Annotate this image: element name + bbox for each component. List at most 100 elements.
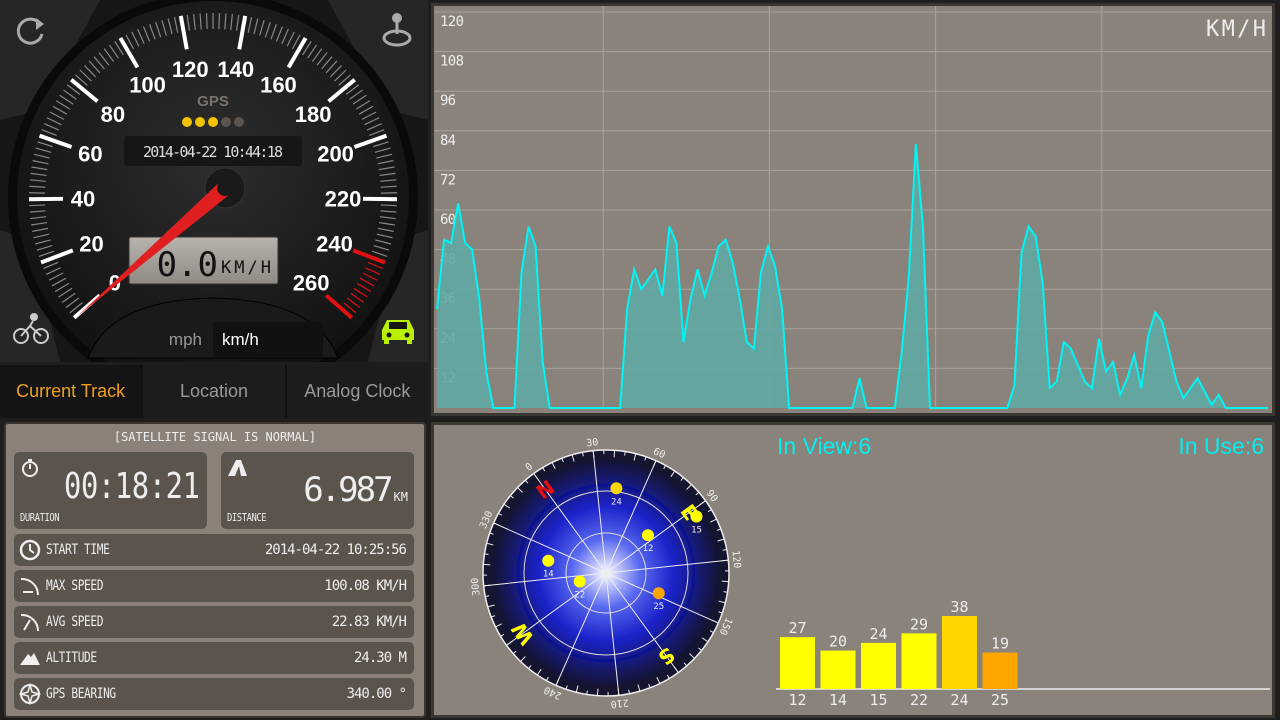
bearing-tick [484, 553, 489, 555]
compass-icon [19, 683, 41, 705]
max-speed-row: MAX SPEED 100.08 KM/H [14, 570, 414, 602]
chart-unit-label: KM/H [1206, 17, 1266, 42]
bearing-tick [586, 690, 588, 695]
satellite-panel: 0 30 60 90 120 150 210 240 300 330 N E S W 24 15 12 14 22 2… [431, 422, 1275, 718]
gauge-tick-label: 40 [71, 187, 95, 212]
bar-category-label: 24 [950, 691, 968, 709]
satellite-marker [652, 587, 665, 600]
gauge-tick-label: 260 [293, 270, 330, 295]
gps-bearing-label: GPS BEARING [46, 686, 116, 702]
speed-readout: 0.0 [157, 245, 218, 285]
signal-bar [820, 650, 856, 689]
signal-status: [SATELLITE SIGNAL IS NORMAL] [113, 430, 317, 444]
road-icon [228, 460, 247, 476]
bar-value-label: 27 [788, 619, 806, 637]
y-tick-label: 96 [440, 93, 456, 109]
gps-bearing-value: 340.00 ° [346, 686, 407, 702]
tab-analog-clock[interactable]: Analog Clock [286, 365, 428, 418]
gps-label: GPS [197, 93, 229, 110]
start-time-value: 2014-04-22 10:25:56 [264, 542, 407, 558]
start-time-row: START TIME 2014-04-22 10:25:56 [14, 534, 414, 566]
duration-value: 00:18:21 [64, 466, 200, 507]
satellite-id: 24 [611, 497, 622, 507]
satellite-id: 15 [691, 525, 702, 535]
satellite-id: 12 [643, 544, 654, 554]
unit-mph-toggle[interactable]: mph [169, 330, 202, 349]
satellite-marker [610, 482, 623, 495]
bearing-label: 210 [610, 696, 629, 709]
gauge-tick-label: 120 [172, 57, 209, 82]
y-tick-label: 84 [440, 133, 456, 149]
satellites-in-view: In View:6 [777, 433, 872, 459]
bar-value-label: 38 [950, 598, 968, 616]
satellite-id: 25 [653, 602, 664, 612]
gps-bearing-row: GPS BEARING 340.00 ° [14, 678, 414, 710]
max-speed-label: MAX SPEED [46, 578, 104, 594]
signal-bar [861, 642, 896, 689]
speedometer: 020406080100120140160180200220240260 mph… [0, 0, 428, 362]
max-speed-value: 100.08 KM/H [324, 578, 407, 594]
gps-signal-dot [195, 117, 205, 127]
satellite-marker [641, 529, 654, 542]
stopwatch-icon [22, 459, 38, 477]
signal-strength-chart: 27 12 20 14 24 15 29 22 38 24 19 25 [776, 598, 1270, 709]
gps-signal-dot [182, 117, 192, 127]
mountain-icon [20, 653, 40, 665]
unit-kmh-toggle[interactable]: km/h [222, 330, 259, 349]
bearing-label: 300 [470, 577, 483, 596]
satellite-id: 14 [543, 570, 554, 580]
satellite-marker [542, 554, 555, 567]
y-tick-label: 72 [440, 172, 456, 188]
avg-speed-row: AVG SPEED 22.83 KM/H [14, 606, 414, 638]
y-tick-label: 120 [440, 14, 464, 30]
speed-history-chart: 1224364860728496108120KM/H [434, 6, 1272, 409]
altitude-value: 24.30 M [353, 650, 407, 666]
bearing-label: 120 [729, 550, 742, 569]
track-stats-panel: [SATELLITE SIGNAL IS NORMAL] 00:18:21 DU… [4, 422, 426, 718]
distance-card: 6.987 KM DISTANCE [221, 452, 414, 529]
satellite-marker [573, 575, 586, 588]
altitude-label: ALTITUDE [46, 650, 97, 666]
satellites-in-use: In Use:6 [1178, 433, 1264, 459]
gauge-tick-label: 160 [260, 73, 297, 98]
gps-signal-dot [208, 117, 218, 127]
gauge-tick-label: 20 [79, 231, 103, 256]
signal-bar [942, 616, 977, 689]
speed-chart-panel: 1224364860728496108120KM/H [431, 3, 1275, 416]
minor-tick [380, 204, 397, 207]
bar-category-label: 22 [910, 691, 928, 709]
gauge-tick-label: 80 [101, 102, 125, 127]
max-speed-icon [20, 577, 40, 596]
bar-value-label: 19 [991, 635, 1009, 653]
avg-speed-value: 22.83 KM/H [331, 614, 407, 630]
bar-category-label: 14 [829, 691, 847, 709]
bar-category-label: 25 [991, 691, 1009, 709]
bar-category-label: 15 [869, 691, 887, 709]
gps-signal-dot [234, 117, 244, 127]
avg-speed-label: AVG SPEED [46, 614, 104, 630]
satellite-marker [690, 510, 703, 523]
y-tick-label: 108 [440, 54, 464, 70]
bearing-tick [624, 451, 626, 456]
bar-value-label: 24 [869, 625, 887, 643]
distance-unit: KM [393, 490, 408, 504]
bearing-label: 0 [524, 461, 535, 473]
duration-label: DURATION [20, 511, 60, 524]
minor-tick [205, 13, 208, 30]
gauge-tick-label: 60 [78, 142, 102, 167]
distance-label: DISTANCE [227, 511, 267, 524]
gauge-tick-label: 200 [317, 142, 354, 167]
satellite-skyplot: 0306090120150210240300330NESW24151214222… [470, 437, 742, 709]
altitude-row: ALTITUDE 24.30 M [14, 642, 414, 674]
avg-speed-icon [20, 613, 40, 632]
clock-icon [19, 539, 41, 561]
tab-location[interactable]: Location [143, 365, 285, 418]
bearing-label: 30 [586, 437, 599, 449]
satellite-id: 22 [574, 591, 585, 601]
gauge-tick-label: 140 [217, 57, 254, 82]
signal-bar [901, 633, 937, 689]
gauge-tick-label: 100 [129, 73, 166, 98]
signal-bar [780, 637, 815, 689]
tab-current-track[interactable]: Current Track [0, 365, 142, 418]
signal-bar [982, 652, 1018, 689]
